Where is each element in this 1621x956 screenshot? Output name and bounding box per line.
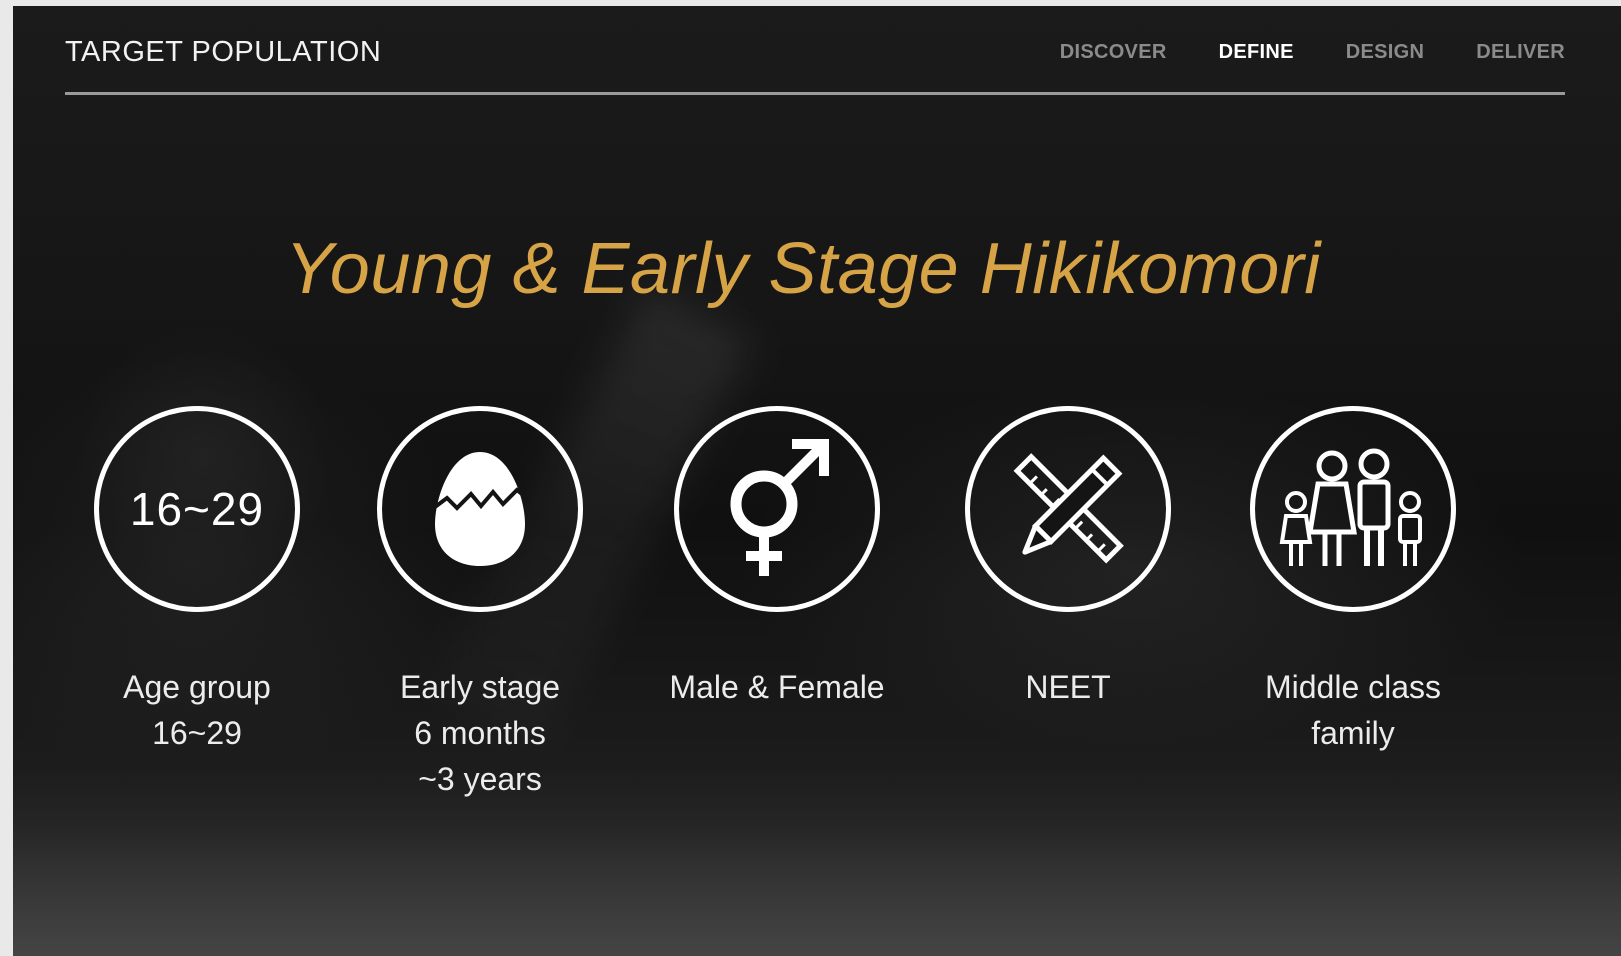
label-line: 16~29 xyxy=(152,715,242,751)
header-divider xyxy=(65,92,1565,95)
neet-circle xyxy=(965,406,1171,612)
nav-define[interactable]: DEFINE xyxy=(1219,41,1294,64)
label-line: NEET xyxy=(1025,669,1111,705)
label-line: 6 months xyxy=(414,715,546,751)
label-line: Middle class xyxy=(1264,669,1442,705)
item-male-female: Male & Female xyxy=(657,406,897,710)
item-label: Age group 16~29 xyxy=(77,664,317,756)
item-early-stage: Early stage 6 months ~3 years xyxy=(360,406,600,802)
age-circle: 16~29 xyxy=(94,406,300,612)
family-circle xyxy=(1250,406,1456,612)
item-age-group: 16~29 Age group 16~29 xyxy=(77,406,317,756)
nav-discover[interactable]: DISCOVER xyxy=(1060,41,1167,64)
cracked-egg-icon xyxy=(429,452,531,566)
page-title: TARGET POPULATION xyxy=(65,36,382,68)
label-line: Early stage xyxy=(399,669,561,705)
headline: Young & Early Stage Hikikomori xyxy=(285,229,1321,309)
item-label: Male & Female xyxy=(657,664,897,710)
gender-circle xyxy=(674,406,880,612)
item-neet: NEET xyxy=(948,406,1188,710)
item-label: Early stage 6 months ~3 years xyxy=(360,664,600,802)
egg-circle xyxy=(377,406,583,612)
item-label: NEET xyxy=(948,664,1188,710)
top-bar: TARGET POPULATION DISCOVER DEFINE DESIGN… xyxy=(65,26,1565,96)
background-blur xyxy=(13,826,1621,956)
label-line: family xyxy=(1311,715,1395,751)
pencil-ruler-cross-icon xyxy=(1013,453,1124,564)
family-icon xyxy=(1279,448,1422,566)
item-middle-class-family: Middle class family xyxy=(1233,406,1473,756)
age-range-text: 16~29 xyxy=(129,483,265,535)
label-line: Age group xyxy=(123,669,271,705)
slide: TARGET POPULATION DISCOVER DEFINE DESIGN… xyxy=(13,6,1621,956)
item-label: Middle class family xyxy=(1233,664,1473,756)
nav-design[interactable]: DESIGN xyxy=(1346,41,1424,64)
label-line: ~3 years xyxy=(418,761,542,797)
section-nav: DISCOVER DEFINE DESIGN DELIVER xyxy=(1060,41,1565,64)
gender-symbol-icon xyxy=(730,439,829,576)
nav-deliver[interactable]: DELIVER xyxy=(1476,41,1565,64)
label-line: Male & Female xyxy=(669,669,885,705)
